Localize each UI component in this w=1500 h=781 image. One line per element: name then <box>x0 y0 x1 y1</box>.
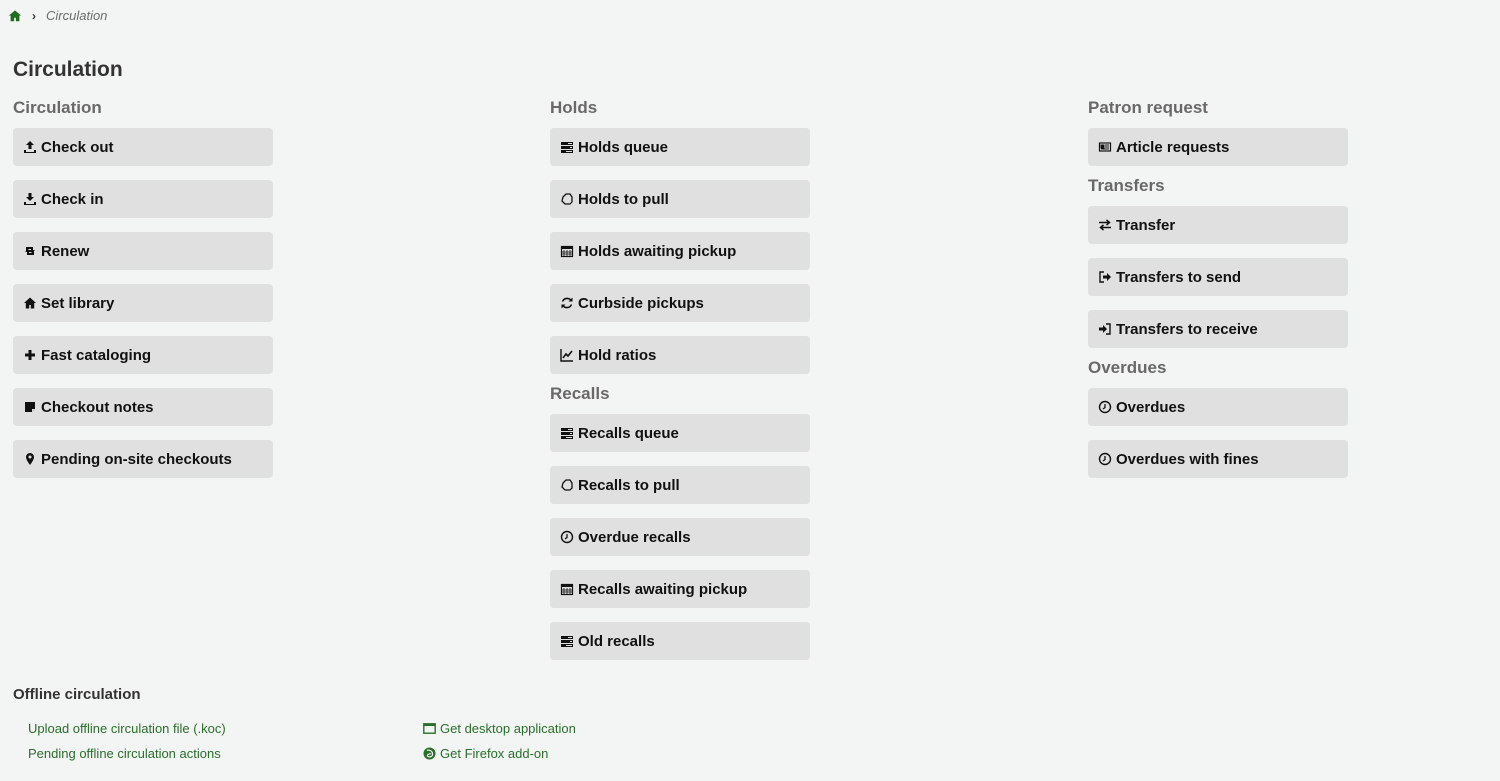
download-icon <box>23 192 37 206</box>
hand-icon <box>560 478 574 492</box>
offline-circulation-heading: Offline circulation <box>13 686 141 703</box>
column-circulation: Circulation Check out Check in Renew Set… <box>13 98 273 492</box>
newspaper-icon <box>1098 140 1112 154</box>
recalls-queue-label: Recalls queue <box>578 424 679 442</box>
upload-icon <box>23 140 37 154</box>
renew-label: Renew <box>41 242 90 260</box>
column-requests-transfers-overdues: Patron request Article requests Transfer… <box>1088 98 1348 492</box>
fast-cataloging-button[interactable]: Fast cataloging <box>13 336 273 374</box>
offline-links-left: Upload offline circulation file (.koc) P… <box>28 720 226 770</box>
checkout-notes-label: Checkout notes <box>41 398 154 416</box>
curbside-pickups-label: Curbside pickups <box>578 294 704 312</box>
fast-cataloging-label: Fast cataloging <box>41 346 152 364</box>
section-heading-holds: Holds <box>550 98 598 117</box>
old-recalls-button[interactable]: Old recalls <box>550 622 810 660</box>
transfers-to-send-button[interactable]: Transfers to send <box>1088 258 1348 296</box>
page-title: Circulation <box>13 58 123 81</box>
get-firefox-addon-link[interactable]: Get Firefox add-on <box>423 745 576 762</box>
tasks-icon <box>560 426 574 440</box>
tasks-icon <box>560 634 574 648</box>
calendar-icon <box>560 244 574 258</box>
sign-in-icon <box>1098 322 1112 336</box>
section-heading-patron-request: Patron request <box>1088 98 1208 117</box>
exchange-icon <box>1098 218 1112 232</box>
overdue-recalls-label: Overdue recalls <box>578 528 691 546</box>
section-heading-recalls: Recalls <box>550 384 610 403</box>
map-marker-icon <box>23 452 37 466</box>
calendar-icon <box>560 582 574 596</box>
transfers-to-receive-label: Transfers to receive <box>1116 320 1258 338</box>
holds-awaiting-pickup-button[interactable]: Holds awaiting pickup <box>550 232 810 270</box>
home-icon <box>23 296 37 310</box>
recalls-queue-button[interactable]: Recalls queue <box>550 414 810 452</box>
holds-awaiting-pickup-label: Holds awaiting pickup <box>578 242 737 260</box>
recalls-to-pull-label: Recalls to pull <box>578 476 680 494</box>
clock-icon <box>560 530 574 544</box>
check-in-button[interactable]: Check in <box>13 180 273 218</box>
breadcrumb: › Circulation <box>8 8 107 23</box>
set-library-label: Set library <box>41 294 115 312</box>
get-desktop-application-link[interactable]: Get desktop application <box>423 720 576 737</box>
column-holds-recalls: Holds Holds queue Holds to pull Holds aw… <box>550 98 810 674</box>
hand-icon <box>560 192 574 206</box>
set-library-button[interactable]: Set library <box>13 284 273 322</box>
recalls-to-pull-button[interactable]: Recalls to pull <box>550 466 810 504</box>
firefox-icon <box>423 747 436 760</box>
holds-to-pull-button[interactable]: Holds to pull <box>550 180 810 218</box>
tasks-icon <box>560 140 574 154</box>
old-recalls-label: Old recalls <box>578 632 655 650</box>
overdues-with-fines-button[interactable]: Overdues with fines <box>1088 440 1348 478</box>
transfers-to-receive-button[interactable]: Transfers to receive <box>1088 310 1348 348</box>
holds-queue-button[interactable]: Holds queue <box>550 128 810 166</box>
chevron-right-icon: › <box>32 8 36 23</box>
overdues-label: Overdues <box>1116 398 1186 416</box>
check-out-button[interactable]: Check out <box>13 128 273 166</box>
section-heading-transfers: Transfers <box>1088 176 1165 195</box>
check-out-label: Check out <box>41 138 114 156</box>
transfers-to-send-label: Transfers to send <box>1116 268 1242 286</box>
pending-offline-actions-link[interactable]: Pending offline circulation actions <box>28 745 226 762</box>
offline-links-right: Get desktop application Get Firefox add-… <box>423 720 576 770</box>
transfer-button[interactable]: Transfer <box>1088 206 1348 244</box>
window-icon <box>423 722 436 735</box>
line-chart-icon <box>560 348 574 362</box>
get-desktop-application-label: Get desktop application <box>440 721 576 736</box>
get-firefox-addon-label: Get Firefox add-on <box>440 746 549 761</box>
clock-icon <box>1098 400 1112 414</box>
hold-ratios-button[interactable]: Hold ratios <box>550 336 810 374</box>
checkout-notes-button[interactable]: Checkout notes <box>13 388 273 426</box>
section-heading-overdues: Overdues <box>1088 358 1167 377</box>
holds-queue-label: Holds queue <box>578 138 669 156</box>
sticky-note-icon <box>23 400 37 414</box>
transfer-label: Transfer <box>1116 216 1176 234</box>
article-requests-label: Article requests <box>1116 138 1230 156</box>
upload-offline-file-link[interactable]: Upload offline circulation file (.koc) <box>28 720 226 737</box>
recalls-awaiting-pickup-label: Recalls awaiting pickup <box>578 580 748 598</box>
renew-button[interactable]: Renew <box>13 232 273 270</box>
section-heading-circulation: Circulation <box>13 98 102 117</box>
sign-out-icon <box>1098 270 1112 284</box>
pending-on-site-checkouts-button[interactable]: Pending on-site checkouts <box>13 440 273 478</box>
check-in-label: Check in <box>41 190 104 208</box>
holds-to-pull-label: Holds to pull <box>578 190 669 208</box>
clock-icon <box>1098 452 1112 466</box>
retweet-icon <box>23 244 37 258</box>
pending-on-site-checkouts-label: Pending on-site checkouts <box>41 450 232 468</box>
recalls-awaiting-pickup-button[interactable]: Recalls awaiting pickup <box>550 570 810 608</box>
article-requests-button[interactable]: Article requests <box>1088 128 1348 166</box>
refresh-icon <box>560 296 574 310</box>
hold-ratios-label: Hold ratios <box>578 346 657 364</box>
overdue-recalls-button[interactable]: Overdue recalls <box>550 518 810 556</box>
overdues-with-fines-label: Overdues with fines <box>1116 450 1259 468</box>
breadcrumb-current: Circulation <box>46 8 108 23</box>
overdues-button[interactable]: Overdues <box>1088 388 1348 426</box>
curbside-pickups-button[interactable]: Curbside pickups <box>550 284 810 322</box>
plus-icon <box>23 348 37 362</box>
home-icon[interactable] <box>8 9 22 23</box>
